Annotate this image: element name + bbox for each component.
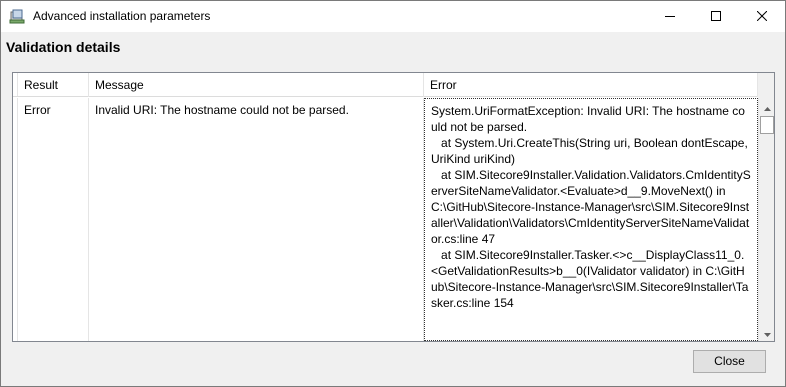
column-header-message[interactable]: Message <box>89 73 424 97</box>
vertical-scrollbar[interactable] <box>758 98 774 341</box>
cell-result-text: Error <box>24 103 51 117</box>
chevron-up-icon <box>764 100 771 114</box>
cell-message-text: Invalid URI: The hostname could not be p… <box>95 103 349 117</box>
column-header-error[interactable]: Error <box>424 73 758 97</box>
scroll-down-button[interactable] <box>759 324 774 341</box>
validation-grid[interactable]: Result Message Error Error Invalid URI: … <box>12 72 775 342</box>
title-bar[interactable]: Advanced installation parameters <box>1 1 785 32</box>
table-row[interactable]: Error Invalid URI: The hostname could no… <box>13 98 758 341</box>
maximize-icon <box>711 10 721 24</box>
dialog-content: Validation details Result Message Error … <box>1 32 785 386</box>
column-header-result[interactable]: Result <box>18 73 89 97</box>
scroll-up-button[interactable] <box>759 98 774 115</box>
cell-error[interactable]: System.UriFormatException: Invalid URI: … <box>424 98 758 341</box>
close-window-button[interactable] <box>739 1 785 32</box>
grid-body: Result Message Error Error Invalid URI: … <box>13 73 758 341</box>
chevron-down-icon <box>764 326 771 340</box>
installer-icon <box>9 9 25 25</box>
cell-message[interactable]: Invalid URI: The hostname could not be p… <box>89 98 424 341</box>
dialog-window: Advanced installation parameters Validat… <box>0 0 786 387</box>
cell-result[interactable]: Error <box>18 98 89 341</box>
close-icon <box>756 10 768 24</box>
grid-header-row: Result Message Error <box>13 73 758 97</box>
window-title: Advanced installation parameters <box>33 9 211 23</box>
page-title: Validation details <box>6 39 121 55</box>
scroll-thumb[interactable] <box>760 116 774 134</box>
minimize-icon <box>665 10 675 24</box>
header-filler <box>758 73 774 98</box>
minimize-button[interactable] <box>647 1 693 32</box>
maximize-button[interactable] <box>693 1 739 32</box>
close-button[interactable]: Close <box>693 350 766 373</box>
cell-error-text: System.UriFormatException: Invalid URI: … <box>431 104 751 310</box>
